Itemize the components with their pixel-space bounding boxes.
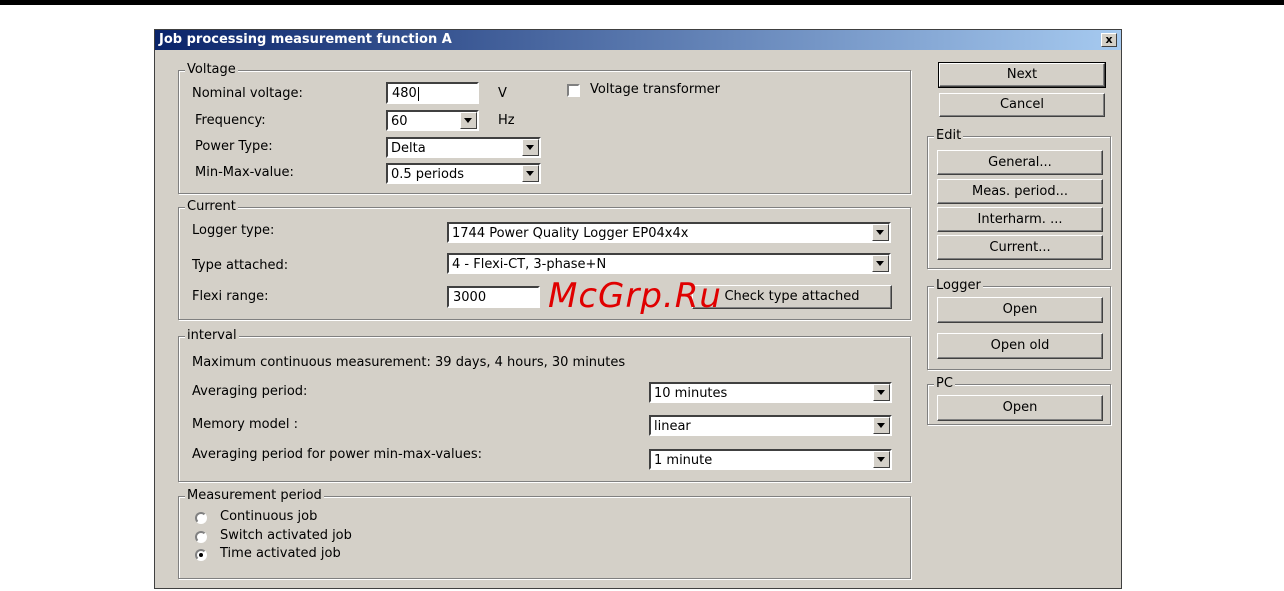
- voltage-transformer-label: Voltage transformer: [590, 82, 720, 97]
- next-button[interactable]: Next: [938, 62, 1106, 88]
- check-type-attached-button[interactable]: Check type attached: [692, 285, 892, 309]
- power-type-value: Delta: [391, 141, 426, 156]
- power-averaging-label: Averaging period for power min-max-value…: [192, 447, 483, 462]
- chevron-down-icon[interactable]: [873, 417, 890, 434]
- averaging-period-value: 10 minutes: [654, 386, 728, 401]
- watermark-text: McGrp.Ru: [548, 276, 722, 316]
- logger-type-select[interactable]: 1744 Power Quality Logger EP04x4x: [447, 222, 891, 243]
- text-caret: [417, 86, 419, 101]
- frequency-select[interactable]: 60: [386, 110, 479, 131]
- power-averaging-value: 1 minute: [654, 453, 713, 468]
- frequency-unit: Hz: [498, 113, 515, 128]
- pc-group: PC Open: [927, 376, 1111, 425]
- type-attached-select[interactable]: 4 - Flexi-CT, 3-phase+N: [447, 253, 891, 274]
- nominal-voltage-label: Nominal voltage:: [192, 86, 303, 101]
- voltage-legend: Voltage: [185, 62, 238, 77]
- flexi-range-input[interactable]: 3000: [447, 286, 540, 308]
- cancel-button[interactable]: Cancel: [939, 93, 1105, 117]
- logger-group: Logger Open Open old: [927, 278, 1111, 370]
- title-bar: Job processing measurement function A x: [155, 30, 1121, 50]
- nominal-voltage-value: 480: [392, 86, 417, 101]
- radio-continuous-job[interactable]: [195, 512, 207, 524]
- type-attached-value: 4 - Flexi-CT, 3-phase+N: [452, 257, 607, 272]
- min-max-label: Min-Max-value:: [195, 165, 294, 180]
- general-button[interactable]: General...: [937, 150, 1103, 175]
- radio-switch-activated-job[interactable]: [195, 531, 207, 543]
- chevron-down-icon[interactable]: [522, 165, 539, 182]
- max-continuous-text: Maximum continuous measurement: 39 days,…: [192, 355, 626, 370]
- current-button[interactable]: Current...: [937, 235, 1103, 260]
- voltage-transformer-checkbox[interactable]: [567, 84, 580, 97]
- switch-activated-job-label: Switch activated job: [220, 528, 352, 543]
- min-max-select[interactable]: 0.5 periods: [386, 163, 541, 184]
- current-legend: Current: [185, 199, 238, 214]
- memory-model-select[interactable]: linear: [649, 415, 892, 436]
- averaging-period-select[interactable]: 10 minutes: [649, 382, 892, 403]
- frequency-value: 60: [391, 114, 408, 129]
- chevron-down-icon[interactable]: [522, 139, 539, 156]
- window-title: Job processing measurement function A: [159, 32, 452, 47]
- min-max-value: 0.5 periods: [391, 167, 464, 182]
- memory-model-value: linear: [654, 419, 691, 434]
- close-button[interactable]: x: [1101, 33, 1117, 47]
- type-attached-label: Type attached:: [192, 258, 289, 273]
- logger-type-label: Logger type:: [192, 223, 275, 238]
- chevron-down-icon[interactable]: [460, 112, 477, 129]
- time-activated-job-label: Time activated job: [220, 546, 341, 561]
- averaging-period-label: Averaging period:: [192, 384, 308, 399]
- interharm-button[interactable]: Interharm. ...: [937, 207, 1103, 232]
- pc-legend: PC: [934, 376, 955, 391]
- interval-group: interval Maximum continuous measurement:…: [178, 328, 911, 482]
- chevron-down-icon[interactable]: [872, 255, 889, 272]
- measurement-period-group: Measurement period Continuous job Switch…: [178, 488, 911, 579]
- power-averaging-select[interactable]: 1 minute: [649, 449, 892, 470]
- logger-open-old-button[interactable]: Open old: [937, 333, 1103, 359]
- measurement-period-legend: Measurement period: [185, 488, 324, 503]
- meas-period-button[interactable]: Meas. period...: [937, 179, 1103, 204]
- logger-legend: Logger: [934, 278, 983, 293]
- chevron-down-icon[interactable]: [873, 384, 890, 401]
- nominal-voltage-input[interactable]: 480: [386, 82, 479, 104]
- power-type-label: Power Type:: [195, 139, 273, 154]
- edit-group: Edit General... Meas. period... Interhar…: [927, 128, 1111, 269]
- interval-legend: interval: [185, 328, 239, 343]
- pc-open-button[interactable]: Open: [937, 395, 1103, 421]
- flexi-range-label: Flexi range:: [192, 289, 269, 304]
- chevron-down-icon[interactable]: [872, 224, 889, 241]
- voltage-group: Voltage Nominal voltage: 480 V Voltage t…: [178, 62, 911, 194]
- edit-legend: Edit: [934, 128, 964, 143]
- radio-time-activated-job[interactable]: [195, 549, 207, 561]
- memory-model-label: Memory model :: [192, 417, 298, 432]
- continuous-job-label: Continuous job: [220, 509, 318, 524]
- frequency-label: Frequency:: [195, 113, 266, 128]
- chevron-down-icon[interactable]: [873, 451, 890, 468]
- power-type-select[interactable]: Delta: [386, 137, 541, 158]
- current-group: Current Logger type: 1744 Power Quality …: [178, 199, 911, 320]
- logger-open-button[interactable]: Open: [937, 297, 1103, 323]
- page-top-border: [0, 0, 1284, 5]
- logger-type-value: 1744 Power Quality Logger EP04x4x: [452, 226, 689, 241]
- nominal-voltage-unit: V: [498, 86, 507, 101]
- flexi-range-value: 3000: [453, 290, 487, 305]
